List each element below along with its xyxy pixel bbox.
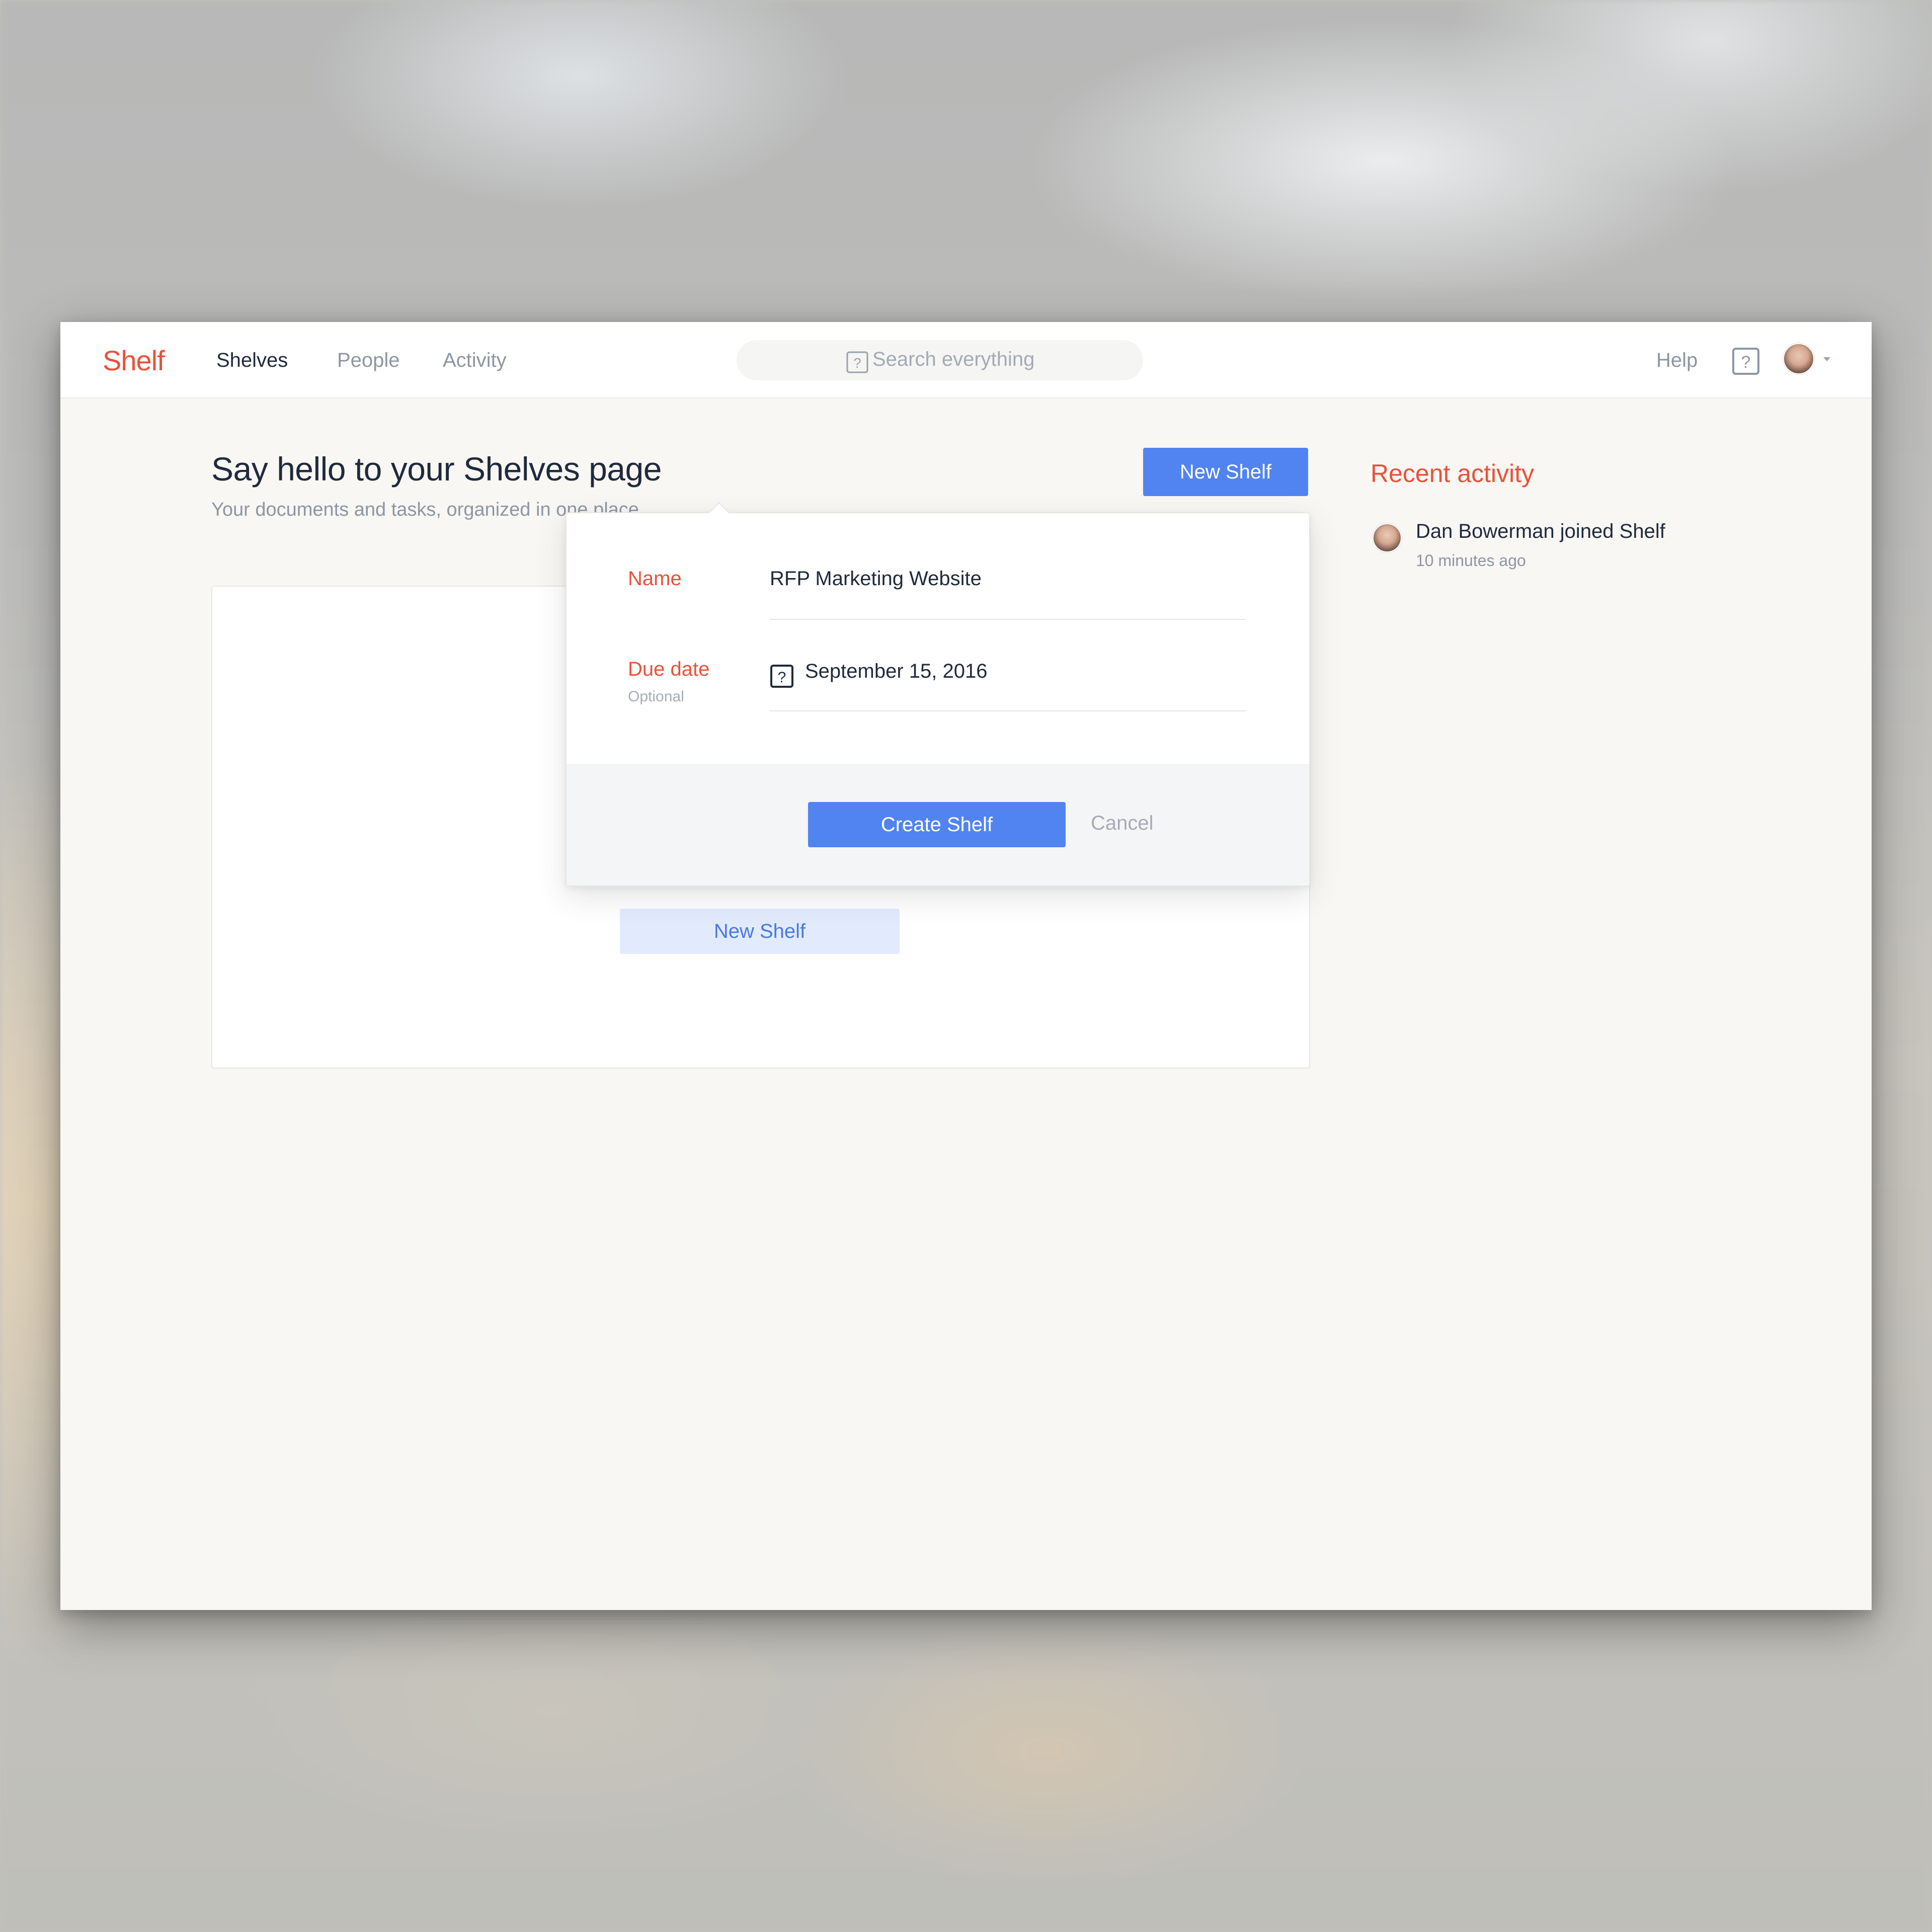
svg-text:?: ? (853, 355, 861, 371)
activity-avatar (1373, 523, 1402, 552)
new-shelf-button[interactable]: New Shelf (1143, 448, 1308, 496)
search-icon: ? (846, 351, 868, 376)
calendar-icon[interactable]: ? (770, 664, 794, 691)
cancel-button[interactable]: Cancel (1091, 812, 1154, 835)
empty-state-new-shelf-button[interactable]: New Shelf (620, 909, 900, 954)
activity-item-time: 10 minutes ago (1416, 551, 1526, 570)
new-shelf-popover: Name RFP Marketing Website Due date Opti… (566, 512, 1310, 887)
page-title: Say hello to your Shelves page (211, 450, 662, 488)
activity-item-text: Dan Bowerman joined Shelf (1416, 520, 1665, 542)
search-bar[interactable]: ? (737, 340, 1143, 380)
top-navigation-bar: Shelf Shelves People Activity ? Help ? (60, 322, 1872, 398)
avatar (1783, 343, 1814, 374)
name-label: Name (628, 568, 682, 590)
popover-footer: Create Shelf Cancel (567, 764, 1309, 886)
due-date-hint: Optional (628, 688, 684, 705)
user-avatar[interactable] (1783, 343, 1814, 374)
search-input[interactable] (871, 346, 1125, 372)
svg-text:?: ? (778, 669, 786, 686)
question-box-icon[interactable]: ? (1732, 347, 1760, 378)
chevron-down-icon[interactable] (1823, 357, 1830, 361)
app-window: Shelf Shelves People Activity ? Help ? (60, 322, 1872, 1610)
help-link[interactable]: Help (1656, 349, 1698, 372)
nav-item-people[interactable]: People (337, 349, 400, 372)
due-date-field[interactable]: September 15, 2016 (805, 660, 987, 683)
due-date-underline (770, 710, 1246, 711)
create-shelf-button[interactable]: Create Shelf (808, 802, 1066, 847)
name-field-underline (770, 619, 1246, 620)
recent-activity-title: Recent activity (1371, 459, 1535, 488)
name-field[interactable]: RFP Marketing Website (770, 568, 982, 590)
svg-text:?: ? (1741, 353, 1751, 372)
nav-item-activity[interactable]: Activity (443, 349, 507, 372)
nav-item-shelves[interactable]: Shelves (216, 349, 288, 372)
due-date-label: Due date (628, 658, 710, 680)
shelf-logo[interactable]: Shelf (103, 344, 165, 377)
